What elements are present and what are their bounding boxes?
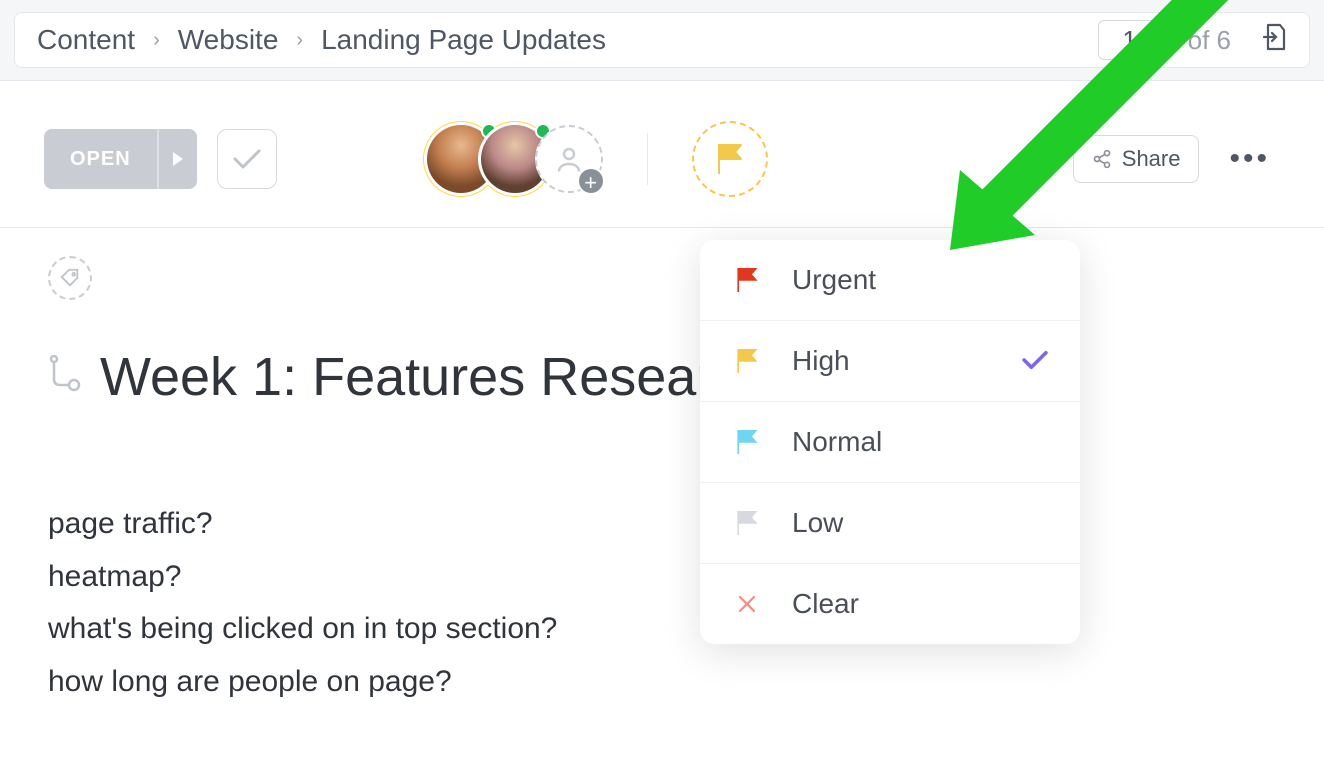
breadcrumb-item-landing-page-updates[interactable]: Landing Page Updates — [321, 24, 606, 56]
status-next-icon[interactable] — [157, 129, 197, 189]
priority-label: Urgent — [792, 264, 876, 296]
page-number-input[interactable] — [1098, 20, 1162, 60]
plus-icon: + — [577, 167, 605, 195]
assignees: + — [427, 125, 603, 193]
share-button[interactable]: Share — [1073, 135, 1200, 183]
flag-icon — [732, 347, 762, 375]
body-line: what's being clicked on in top section? — [48, 603, 1276, 656]
subtask-icon — [48, 355, 82, 400]
priority-option-clear[interactable]: Clear — [700, 564, 1080, 644]
flag-icon — [732, 509, 762, 537]
close-icon — [732, 594, 762, 614]
add-tag-button[interactable] — [48, 256, 92, 300]
chevron-right-icon: › — [153, 29, 160, 52]
chevron-right-icon: › — [296, 29, 303, 52]
priority-button[interactable] — [692, 121, 768, 197]
priority-option-low[interactable]: Low — [700, 483, 1080, 564]
status-label[interactable]: OPEN — [44, 129, 157, 189]
breadcrumb-item-website[interactable]: Website — [178, 24, 279, 56]
breadcrumb: Content › Website › Landing Page Updates… — [14, 12, 1310, 68]
task-description[interactable]: page traffic? heatmap? what's being clic… — [48, 498, 1276, 708]
breadcrumb-item-content[interactable]: Content — [37, 24, 135, 56]
check-icon — [1022, 345, 1048, 377]
complete-checkbox[interactable] — [217, 129, 277, 189]
priority-label: Clear — [792, 588, 859, 620]
body-line: page traffic? — [48, 498, 1276, 551]
divider — [647, 133, 648, 185]
priority-menu: Urgent High Normal Low Clear — [700, 240, 1080, 644]
priority-label: High — [792, 345, 850, 377]
priority-option-normal[interactable]: Normal — [700, 402, 1080, 483]
priority-option-urgent[interactable]: Urgent — [700, 240, 1080, 321]
more-menu-button[interactable]: ••• — [1219, 142, 1280, 176]
priority-label: Normal — [792, 426, 882, 458]
flag-icon — [715, 142, 745, 176]
share-icon — [1092, 149, 1112, 169]
task-toolbar: OPEN + Share ••• — [0, 81, 1324, 227]
add-assignee-button[interactable]: + — [535, 125, 603, 193]
flag-icon — [732, 428, 762, 456]
page-exit-icon[interactable] — [1261, 22, 1287, 59]
share-label: Share — [1122, 146, 1181, 172]
priority-label: Low — [792, 507, 843, 539]
task-title[interactable]: Week 1: Features Research — [100, 346, 771, 408]
flag-icon — [732, 266, 762, 294]
breadcrumb-bar: Content › Website › Landing Page Updates… — [0, 0, 1324, 81]
page-total: of 6 — [1188, 25, 1231, 56]
body-line: heatmap? — [48, 551, 1276, 604]
task-content: Week 1: Features Research page traffic? … — [0, 228, 1324, 736]
priority-option-high[interactable]: High — [700, 321, 1080, 402]
status-button[interactable]: OPEN — [44, 129, 197, 189]
body-line: how long are people on page? — [48, 656, 1276, 709]
